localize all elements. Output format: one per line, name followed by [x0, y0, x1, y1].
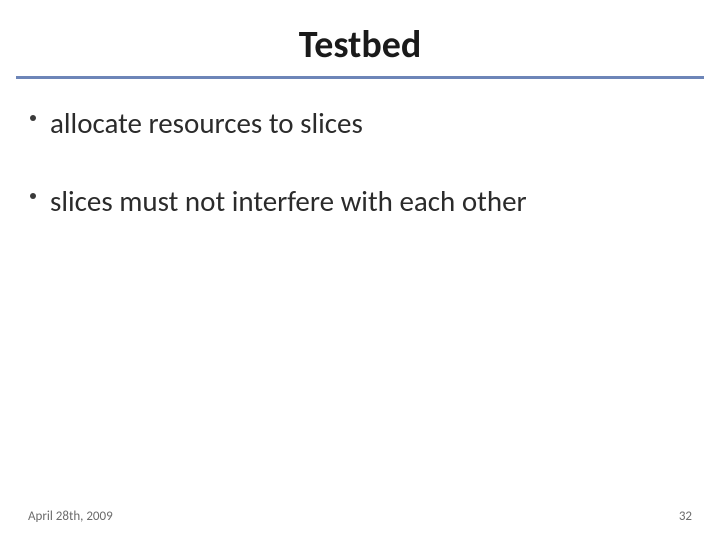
bullet-dot-icon: [30, 193, 36, 199]
title-area: Testbed: [0, 0, 720, 68]
bullet-dot-icon: [30, 115, 36, 121]
bullet-item: allocate resources to slices: [30, 105, 690, 141]
bullet-item: slices must not interfere with each othe…: [30, 183, 690, 219]
slide-body: allocate resources to slices slices must…: [0, 79, 720, 220]
footer-page-number: 32: [679, 509, 692, 524]
bullet-text: slices must not interfere with each othe…: [50, 183, 690, 219]
bullet-text: allocate resources to slices: [50, 105, 690, 141]
footer-date: April 28th, 2009: [28, 509, 113, 524]
slide-title: Testbed: [299, 22, 421, 68]
slide: Testbed allocate resources to slices sli…: [0, 0, 720, 540]
slide-footer: April 28th, 2009 32: [0, 509, 720, 524]
